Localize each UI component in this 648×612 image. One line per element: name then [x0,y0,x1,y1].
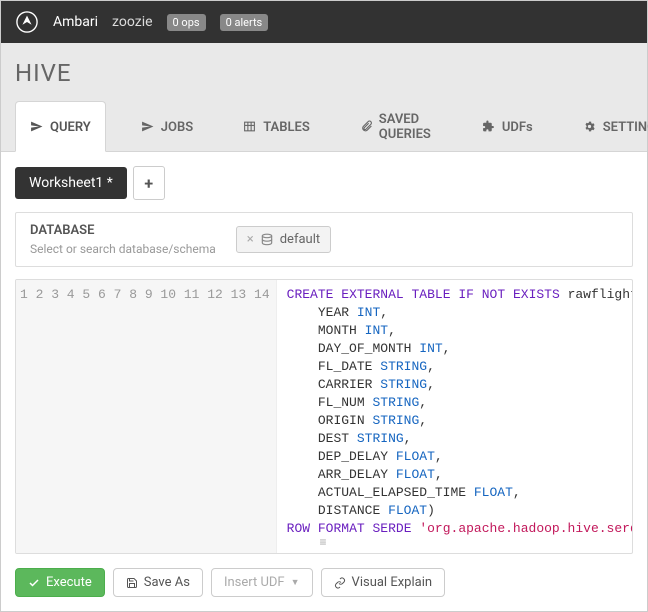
tab-udfs[interactable]: UDFs [467,101,548,152]
database-panel: DATABASE Select or search database/schem… [15,212,633,267]
tab-label: JOBS [161,120,193,135]
link-icon [334,577,346,589]
database-selected-tag[interactable]: × default [236,226,331,253]
close-icon[interactable]: × [247,232,254,247]
tab-label: TABLES [263,120,310,135]
page-header: HIVE QUERY JOBS TABLES SAVED QUERIES UDFs SET… [1,43,647,152]
worksheet-tab-active[interactable]: Worksheet1 * [15,167,127,199]
page-title: HIVE [15,59,633,87]
resize-grip-icon[interactable]: ≡ [16,536,632,550]
database-subtitle[interactable]: Select or search database/schema [30,242,216,256]
tab-label: UDFs [502,120,533,135]
nav-brand[interactable]: Ambari [53,14,98,30]
top-navbar: Ambari zoozie 0 ops 0 alerts [1,1,647,43]
visual-explain-label: Visual Explain [352,575,432,590]
check-icon [28,577,40,589]
tab-saved-queries[interactable]: SAVED QUERIES [345,101,447,152]
alerts-badge[interactable]: 0 alerts [220,14,269,31]
caret-down-icon: ▼ [291,577,300,588]
tab-query[interactable]: QUERY [15,101,106,152]
send-icon [30,120,44,134]
execute-label: Execute [46,575,92,590]
execute-button[interactable]: Execute [15,568,105,597]
paperclip-icon [360,120,373,134]
database-icon [260,233,274,247]
tab-label: SETTINGS [603,120,648,135]
editor-gutter: 1 2 3 4 5 6 7 8 9 10 11 12 13 14 [16,280,277,553]
table-icon [243,120,257,134]
save-icon [126,577,138,589]
tab-label: SAVED QUERIES [379,112,432,142]
sql-editor[interactable]: 1 2 3 4 5 6 7 8 9 10 11 12 13 14 CREATE … [15,279,633,554]
database-title: DATABASE [30,223,216,238]
nav-tabs: QUERYJOBSTABLESSAVED QUERIESUDFsSETTINGS [15,101,633,151]
database-selected-label: default [280,232,320,247]
save-as-button[interactable]: Save As [113,568,203,597]
worksheet-tabs: Worksheet1 * + [15,166,633,200]
tab-settings[interactable]: SETTINGS [568,101,648,152]
insert-udf-label: Insert UDF [224,575,285,590]
editor-code[interactable]: CREATE EXTERNAL TABLE IF NOT EXISTS rawf… [277,280,632,553]
content-area: Worksheet1 * + DATABASE Select or search… [1,152,647,611]
gear-icon [583,120,597,134]
tab-jobs[interactable]: JOBS [126,101,208,152]
ambari-logo-icon [15,10,39,34]
insert-udf-button[interactable]: Insert UDF ▼ [211,568,313,597]
send-icon [141,120,155,134]
tab-tables[interactable]: TABLES [228,101,325,152]
nav-cluster[interactable]: zoozie [112,14,152,30]
ops-badge[interactable]: 0 ops [167,14,206,31]
visual-explain-button[interactable]: Visual Explain [321,568,445,597]
save-as-label: Save As [144,575,190,590]
tab-label: QUERY [50,120,91,135]
editor-toolbar: Execute Save As Insert UDF ▼ Visual Expl… [15,554,633,597]
puzzle-icon [482,120,496,134]
add-worksheet-button[interactable]: + [133,166,165,200]
